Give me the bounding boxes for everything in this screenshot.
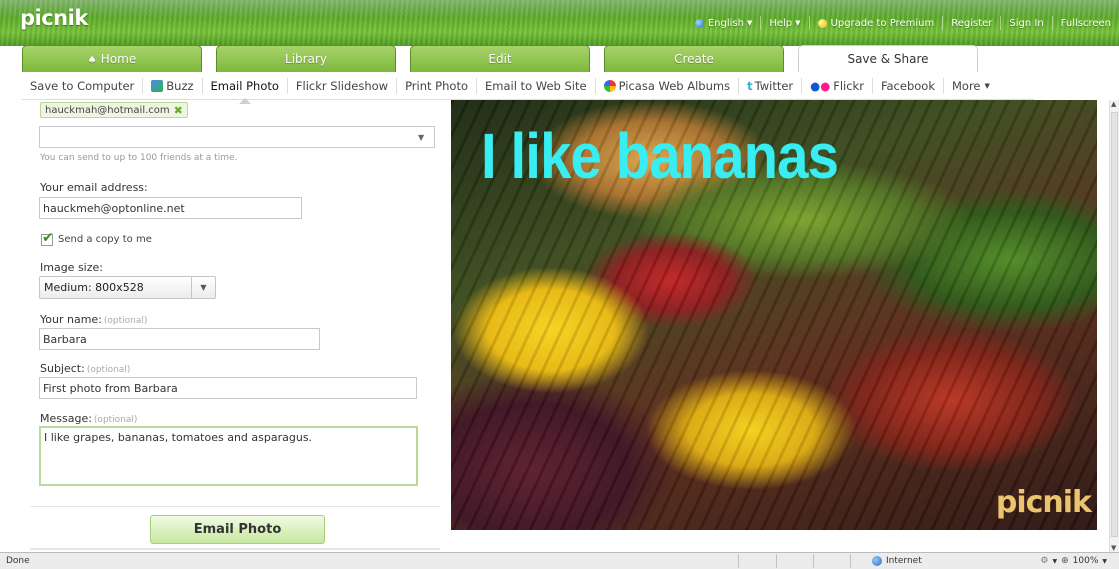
language-selector[interactable]: English ▼: [687, 16, 761, 30]
recipient-hint: You can send to up to 100 friends at a t…: [40, 153, 238, 163]
subnav-twitter-label: Twitter: [754, 78, 794, 93]
your-name-label-text: Your name:: [40, 313, 102, 326]
subnav-flickr-slideshow[interactable]: Flickr Slideshow: [288, 77, 398, 94]
zoom-level: 100%: [1072, 556, 1099, 566]
remove-recipient-icon[interactable]: ✖: [174, 104, 183, 117]
image-size-select[interactable]: Medium: 800x528 ▼: [39, 276, 216, 299]
tab-create[interactable]: Create: [604, 45, 784, 72]
status-separator: [738, 554, 739, 568]
optional-tag: (optional): [93, 415, 138, 425]
protected-mode-icon: ⚙: [1040, 556, 1049, 566]
chevron-down-icon[interactable]: ▼: [418, 133, 424, 142]
upgrade-link[interactable]: Upgrade to Premium: [808, 16, 943, 30]
premium-icon: [817, 18, 827, 28]
send-copy-checkbox[interactable]: [41, 230, 54, 246]
form-divider: [30, 506, 440, 507]
tab-edit[interactable]: Edit: [410, 45, 590, 72]
top-header: picnik English ▼ Help ▼ Upgrade to Premi…: [0, 0, 1119, 46]
subject-label: Subject: (optional): [40, 362, 130, 375]
scroll-thumb[interactable]: [1111, 112, 1118, 537]
buzz-icon: [151, 79, 164, 92]
sign-in-link[interactable]: Sign In: [1000, 16, 1051, 30]
subnav-buzz[interactable]: Buzz: [143, 77, 203, 94]
zoom-control[interactable]: ⚙ ▼ ⊕ 100% ▼: [1040, 556, 1107, 566]
twitter-icon: t: [747, 78, 753, 93]
globe-icon: [872, 556, 882, 566]
flickr-icon: ●●: [810, 78, 831, 93]
image-size-label: Image size:: [40, 261, 103, 274]
browser-status-bar: Done Internet ⚙ ▼ ⊕ 100% ▼: [0, 552, 1119, 569]
photo-preview: I like bananas picnik: [451, 100, 1097, 530]
subnav-more[interactable]: More ▼: [944, 78, 998, 94]
form-divider-bottom: [30, 548, 440, 550]
page-scrollbar[interactable]: ▲ ▼: [1109, 100, 1119, 552]
subject-field[interactable]: First photo from Barbara: [39, 377, 417, 399]
top-links: English ▼ Help ▼ Upgrade to Premium Regi…: [687, 14, 1119, 32]
optional-tag: (optional): [103, 316, 148, 326]
chevron-down-icon: ▼: [191, 277, 215, 298]
image-size-value: Medium: 800x528: [44, 281, 144, 294]
picnik-watermark: picnik: [995, 485, 1092, 520]
picasa-icon: [603, 79, 616, 92]
language-label: English: [707, 17, 744, 29]
tab-home[interactable]: ♠ Home: [22, 45, 202, 72]
subnav-flickr-label: Flickr: [833, 78, 864, 93]
recipient-input[interactable]: [39, 126, 435, 148]
main-tabs: ♠ Home Library Edit Create Save & Share: [22, 45, 992, 72]
tab-home-label: Home: [100, 52, 137, 66]
subnav-email-to-web-site[interactable]: Email to Web Site: [477, 77, 596, 94]
message-label: Message: (optional): [40, 412, 137, 425]
scroll-up-icon[interactable]: ▲: [1111, 100, 1116, 108]
register-link[interactable]: Register: [942, 16, 1000, 30]
your-name-label: Your name: (optional): [40, 313, 147, 326]
subnav-print-photo[interactable]: Print Photo: [397, 77, 477, 94]
status-text: Done: [6, 556, 30, 566]
subnav-more-label: More: [952, 78, 981, 93]
zoom-icon: ⊕: [1061, 556, 1069, 566]
subnav-picasa-label: Picasa Web Albums: [618, 78, 731, 93]
help-label: Help: [769, 17, 793, 29]
security-zone: Internet: [872, 556, 922, 566]
tab-library[interactable]: Library: [216, 45, 396, 72]
fullscreen-link[interactable]: Fullscreen: [1051, 16, 1119, 30]
your-name-field[interactable]: Barbara: [39, 328, 320, 350]
message-label-text: Message:: [40, 412, 92, 425]
subnav-facebook[interactable]: Facebook: [873, 77, 944, 94]
subnav-picasa[interactable]: Picasa Web Albums: [596, 77, 740, 94]
tab-save-share[interactable]: Save & Share: [798, 45, 978, 72]
recipient-chip-label: hauckmah@hotmail.com: [45, 104, 170, 116]
subnav-buzz-label: Buzz: [166, 78, 194, 93]
email-photo-button[interactable]: Email Photo: [150, 515, 325, 544]
subnav-flickr[interactable]: ●● Flickr: [802, 77, 873, 94]
subnav-save-to-computer[interactable]: Save to Computer: [22, 77, 144, 94]
chevron-down-icon: ▼: [795, 19, 801, 27]
your-email-field[interactable]: hauckmeh@optonline.net: [39, 197, 302, 219]
message-textarea[interactable]: I like grapes, bananas, tomatoes and asp…: [39, 426, 418, 486]
send-copy-label: Send a copy to me: [58, 234, 152, 245]
globe-icon: [694, 18, 704, 28]
status-separator: [776, 554, 777, 568]
scroll-down-icon[interactable]: ▼: [1111, 544, 1116, 552]
share-subnav: Save to Computer Buzz Email Photo Flickr…: [22, 72, 1034, 104]
photo-caption: I like bananas: [481, 120, 839, 192]
chevron-down-icon: ▼: [1102, 557, 1107, 565]
recipient-chip[interactable]: hauckmah@hotmail.com ✖: [40, 102, 188, 118]
subnav-email-photo[interactable]: Email Photo: [203, 77, 288, 104]
help-menu[interactable]: Help ▼: [760, 16, 808, 30]
chevron-down-icon: ▼: [1052, 557, 1058, 565]
home-icon: ♠: [87, 55, 97, 66]
optional-tag: (optional): [86, 365, 131, 375]
subnav-twitter[interactable]: t Twitter: [739, 77, 803, 94]
subject-label-text: Subject:: [40, 362, 85, 375]
upgrade-label: Upgrade to Premium: [830, 17, 935, 29]
chevron-down-icon: ▼: [746, 19, 753, 27]
your-email-label: Your email address:: [40, 181, 148, 194]
zone-label: Internet: [886, 556, 922, 566]
status-separator: [813, 554, 814, 568]
chevron-down-icon: ▼: [984, 81, 990, 90]
status-separator: [850, 554, 851, 568]
picnik-logo[interactable]: picnik: [20, 6, 88, 30]
